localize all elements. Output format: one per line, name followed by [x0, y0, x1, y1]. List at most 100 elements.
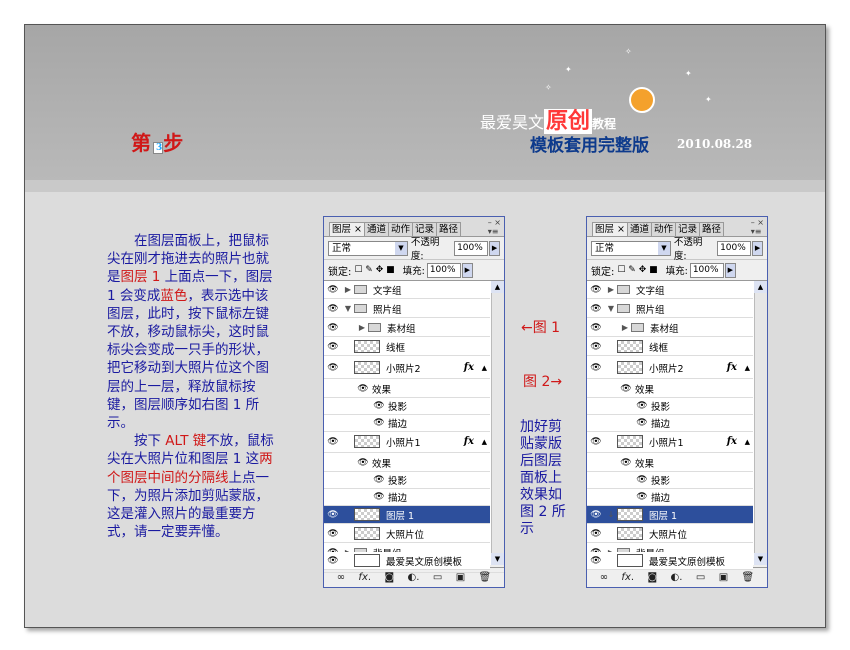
layer-small-photo2[interactable]: 👁 小照片2 fx ▲ — [587, 357, 753, 379]
layer-big-photo-slot[interactable]: 👁 大照片位 — [324, 525, 490, 543]
fx-toggle-icon[interactable]: ▲ — [482, 364, 487, 372]
scrollbar[interactable]: ▲ ▼ — [491, 281, 504, 565]
scroll-down-icon[interactable]: ▼ — [491, 553, 504, 565]
eye-icon[interactable]: 👁 — [324, 285, 342, 295]
opacity-arrow-icon[interactable]: ▶ — [489, 240, 500, 256]
new-group-icon[interactable]: ▭ — [433, 572, 442, 583]
tab-channels[interactable]: 通道 — [626, 222, 652, 236]
eye-icon[interactable]: 👁 — [633, 418, 651, 428]
expand-icon[interactable]: ▶ — [605, 285, 617, 294]
scroll-up-icon[interactable]: ▲ — [754, 281, 767, 293]
adjustment-icon[interactable]: ◐. — [671, 572, 683, 583]
eye-icon[interactable]: 👁 — [633, 475, 651, 485]
panel-menu-icon[interactable]: – × ▾≡ — [488, 218, 501, 236]
eye-icon[interactable]: 👁 — [370, 401, 388, 411]
eye-icon[interactable]: 👁 — [587, 285, 605, 295]
eye-icon[interactable]: 👁 — [324, 304, 342, 314]
stroke-row[interactable]: 👁 描边 — [324, 414, 490, 432]
tab-layers[interactable]: 图层 × — [592, 222, 628, 236]
scroll-down-icon[interactable]: ▼ — [754, 553, 767, 565]
eye-icon[interactable]: 👁 — [587, 556, 605, 566]
eye-icon[interactable]: 👁 — [354, 384, 372, 394]
eye-icon[interactable]: 👁 — [617, 458, 635, 468]
adjustment-icon[interactable]: ◐. — [408, 572, 420, 583]
fx-toggle-icon[interactable]: ▲ — [745, 438, 750, 446]
layer-template-fig1[interactable]: 👁 最爱昊文原创模板 — [324, 552, 490, 570]
stroke-row[interactable]: 👁 描边 — [587, 488, 753, 506]
eye-icon[interactable]: 👁 — [633, 492, 651, 502]
eye-icon[interactable]: 👁 — [324, 363, 342, 373]
layer-template-fig2[interactable]: 👁 最爱昊文原创模板 — [587, 552, 753, 570]
tab-actions[interactable]: 动作 — [388, 222, 414, 236]
opacity-arrow-icon[interactable]: ▶ — [752, 240, 763, 256]
drop-shadow-row[interactable]: 👁 投影 — [324, 397, 490, 415]
expand-icon[interactable]: ▶ — [356, 323, 368, 332]
panel-menu-icon[interactable]: – × ▾≡ — [751, 218, 764, 236]
expand-icon[interactable]: ▶ — [619, 323, 631, 332]
fx-menu-icon[interactable]: fx. — [621, 572, 634, 583]
fill-arrow-icon[interactable]: ▶ — [461, 262, 473, 278]
collapse-icon[interactable]: ▼ — [605, 304, 617, 313]
eye-icon[interactable]: 👁 — [617, 384, 635, 394]
scrollbar[interactable]: ▲ ▼ — [754, 281, 767, 565]
effects-row[interactable]: 👁 效果 — [587, 380, 753, 398]
layer-text-group[interactable]: 👁 ▶ 文字组 — [324, 281, 490, 299]
layer-small-photo1[interactable]: 👁 小照片1 fx ▲ — [324, 431, 490, 453]
layer-material-group[interactable]: 👁 ▶ 素材组 — [587, 319, 753, 337]
eye-icon[interactable]: 👁 — [324, 510, 342, 520]
new-group-icon[interactable]: ▭ — [696, 572, 705, 583]
eye-icon[interactable]: 👁 — [324, 556, 342, 566]
fx-toggle-icon[interactable]: ▲ — [745, 364, 750, 372]
layer-small-photo2[interactable]: 👁 小照片2 fx ▲ — [324, 357, 490, 379]
lock-icons[interactable]: ☐ ✎ ✥ ■ — [354, 265, 394, 275]
stroke-row[interactable]: 👁 描边 — [324, 488, 490, 506]
layer-1-selected[interactable]: 👁 图层 1 — [324, 506, 490, 524]
effects-row[interactable]: 👁 效果 — [587, 454, 753, 472]
layer-text-group[interactable]: 👁 ▶ 文字组 — [587, 281, 753, 299]
layer-frame[interactable]: 👁 线框 — [324, 338, 490, 356]
drop-shadow-row[interactable]: 👁 投影 — [324, 471, 490, 489]
drop-shadow-row[interactable]: 👁 投影 — [587, 471, 753, 489]
new-layer-icon[interactable]: ▣ — [719, 572, 728, 583]
trash-icon[interactable]: 🗑 — [479, 572, 492, 583]
drop-shadow-row[interactable]: 👁 投影 — [587, 397, 753, 415]
layer-frame[interactable]: 👁 线框 — [587, 338, 753, 356]
eye-icon[interactable]: 👁 — [587, 342, 605, 352]
scroll-up-icon[interactable]: ▲ — [491, 281, 504, 293]
new-layer-icon[interactable]: ▣ — [456, 572, 465, 583]
eye-icon[interactable]: 👁 — [324, 437, 342, 447]
tab-layers[interactable]: 图层 × — [329, 222, 365, 236]
eye-icon[interactable]: 👁 — [587, 437, 605, 447]
layer-photo-group[interactable]: 👁 ▼ 照片组 — [324, 300, 490, 318]
eye-icon[interactable]: 👁 — [324, 342, 342, 352]
fx-toggle-icon[interactable]: ▲ — [482, 438, 487, 446]
fill-input[interactable]: 100% — [689, 262, 724, 278]
effects-row[interactable]: 👁 效果 — [324, 380, 490, 398]
eye-icon[interactable]: 👁 — [587, 529, 605, 539]
eye-icon[interactable]: 👁 — [587, 323, 605, 333]
blend-mode-select[interactable]: 正常 ▼ — [328, 240, 408, 256]
eye-icon[interactable]: 👁 — [370, 418, 388, 428]
eye-icon[interactable]: 👁 — [324, 529, 342, 539]
mask-icon[interactable]: ◙ — [647, 572, 657, 583]
tab-channels[interactable]: 通道 — [363, 222, 389, 236]
opacity-input[interactable]: 100% — [717, 240, 752, 256]
eye-icon[interactable]: 👁 — [587, 363, 605, 373]
eye-icon[interactable]: 👁 — [633, 401, 651, 411]
opacity-input[interactable]: 100% — [454, 240, 489, 256]
layer-small-photo1[interactable]: 👁 小照片1 fx ▲ — [587, 431, 753, 453]
link-icon[interactable]: ∞ — [337, 572, 345, 583]
effects-row[interactable]: 👁 效果 — [324, 454, 490, 472]
mask-icon[interactable]: ◙ — [384, 572, 394, 583]
eye-icon[interactable]: 👁 — [587, 510, 605, 520]
stroke-row[interactable]: 👁 描边 — [587, 414, 753, 432]
layer-big-photo-slot[interactable]: 👁 大照片位 — [587, 525, 753, 543]
eye-icon[interactable]: 👁 — [370, 492, 388, 502]
fx-menu-icon[interactable]: fx. — [358, 572, 371, 583]
layer-1-clipped-selected[interactable]: 👁 ↓ 图层 1 — [587, 506, 753, 524]
blend-mode-select[interactable]: 正常 ▼ — [591, 240, 671, 256]
layer-material-group[interactable]: 👁 ▶ 素材组 — [324, 319, 490, 337]
tab-actions[interactable]: 动作 — [651, 222, 677, 236]
collapse-icon[interactable]: ▼ — [342, 304, 354, 313]
eye-icon[interactable]: 👁 — [587, 304, 605, 314]
